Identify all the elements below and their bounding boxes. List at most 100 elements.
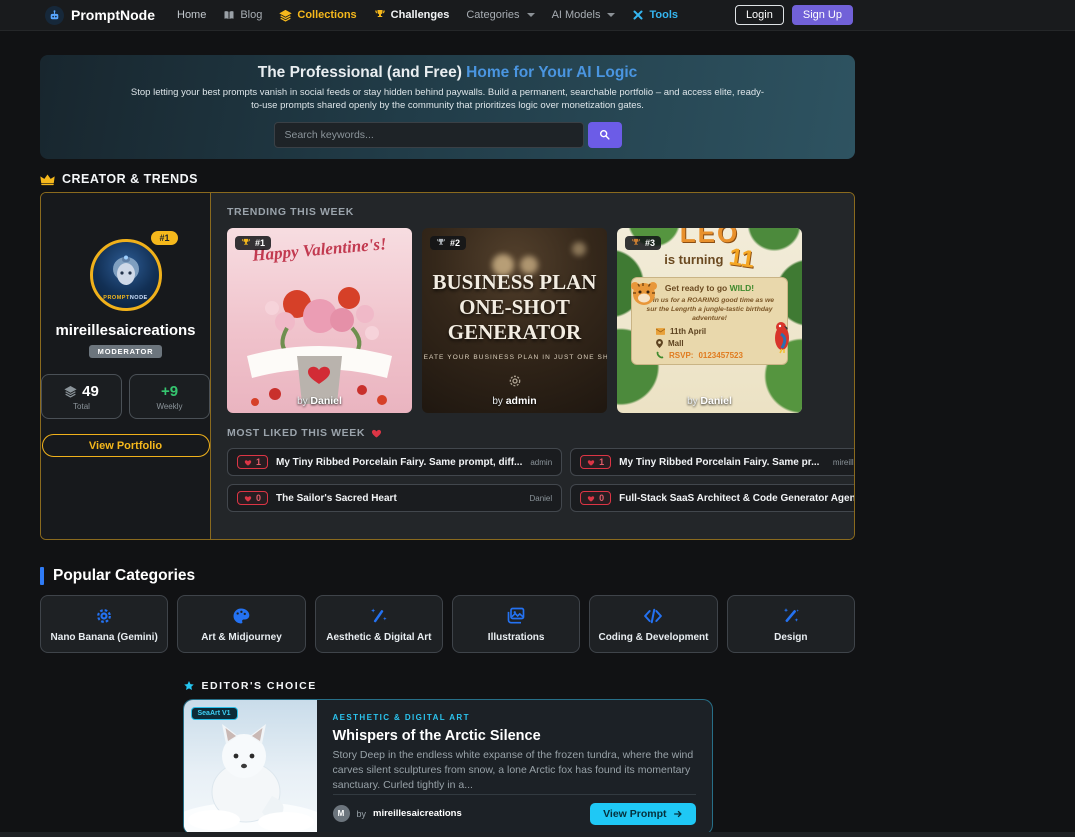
bizplan-tagline: CREATE YOUR BUSINESS PLAN IN JUST ONE SH… [422,354,607,361]
like-count-badge: 1 [237,455,268,469]
nav-item-challenges[interactable]: Challenges [374,9,450,21]
trends-column: TRENDING THIS WEEK #1 Happy Valentine's! [211,193,855,539]
search-bar [40,122,855,148]
avatar[interactable]: PROMPTNODE [90,239,162,311]
nav-item-home[interactable]: Home [177,9,206,21]
tiger-icon [629,280,659,306]
rank-3-badge: #3 [625,236,661,250]
avatar-label: PROMPTNODE [103,295,147,301]
signup-button[interactable]: Sign Up [792,5,853,25]
liked-item[interactable]: 1 My Tiny Ribbed Porcelain Fairy. Same p… [570,448,855,476]
nav-item-categories[interactable]: Categories [466,9,534,21]
envelope-icon [656,328,665,335]
view-prompt-button[interactable]: View Prompt [590,803,695,825]
creator-card: PROMPTNODE #1 mireillesaicreations MODER… [41,193,211,539]
trending-cards: #1 Happy Valentine's! [227,228,855,413]
nav-menu: Home Blog Collections [177,9,735,22]
layers-icon [279,9,292,22]
like-count-badge: 0 [237,491,268,505]
arctic-fox-image: SeaArt V1 [184,700,317,834]
map-pin-icon [656,339,663,348]
editors-choice-body: AESTHETIC & DIGITAL ART Whispers of the … [317,700,712,834]
next-section-edge [0,832,1075,837]
search-button[interactable] [588,122,622,148]
creator-trends-panel: PROMPTNODE #1 mireillesaicreations MODER… [40,192,855,540]
gear-logo-icon [422,373,607,389]
heart-icon [371,428,382,438]
author-avatar: M [333,805,350,822]
book-icon [223,9,235,21]
category-design[interactable]: Design [727,595,855,653]
prompt-title: Whispers of the Arctic Silence [333,728,696,744]
brand-name: PromptNode [71,7,155,23]
tools-icon [632,9,644,21]
leo-title: LEO is turning 11 [617,228,802,273]
gear-icon [94,606,114,626]
bokeh-light [572,242,586,256]
view-portfolio-button[interactable]: View Portfolio [42,434,210,457]
editors-choice-section: EDITOR'S CHOICE SeaArt V1 [183,680,713,835]
hero-title: The Professional (and Free) Home for You… [40,64,855,82]
card-byline: by Daniel [227,395,412,407]
trending-card-2[interactable]: #2 BUSINESS PLAN ONE-SHOT GENERATOR CREA… [422,228,607,413]
card-byline: by Daniel [617,395,802,407]
search-icon [598,128,611,141]
nav-item-ai-models[interactable]: AI Models [552,9,616,21]
arrow-right-icon [673,809,683,819]
chevron-down-icon [527,13,535,17]
categories-heading: Popular Categories [40,567,855,585]
chevron-down-icon [607,13,615,17]
liked-item[interactable]: 0 Full-Stack SaaS Architect & Code Gener… [570,484,855,512]
stat-total: 49 Total [41,374,122,419]
prompt-category: AESTHETIC & DIGITAL ART [333,713,696,722]
phone-icon [656,351,664,359]
avatar-wrap: PROMPTNODE #1 [90,239,162,311]
category-nano-banana[interactable]: Nano Banana (Gemini) [40,595,168,653]
prompt-description: Story Deep in the endless white expanse … [333,748,696,794]
nav-item-collections[interactable]: Collections [279,9,356,22]
category-aesthetic-digital-art[interactable]: Aesthetic & Digital Art [315,595,443,653]
wand-sparkles-icon [781,606,801,626]
robot-logo-icon [45,6,64,25]
category-art-midjourney[interactable]: Art & Midjourney [177,595,305,653]
card-byline: by admin [422,395,607,407]
magic-wand-icon [369,606,389,626]
moderator-badge: MODERATOR [89,345,163,358]
category-coding-development[interactable]: Coding & Development [589,595,717,653]
bizplan-title: BUSINESS PLAN ONE-SHOT GENERATOR [422,270,607,344]
hero-banner: The Professional (and Free) Home for You… [40,55,855,159]
palette-icon [231,606,251,626]
nav-item-tools[interactable]: Tools [632,9,678,21]
rank-badge: #1 [151,231,177,245]
liked-item[interactable]: 0 The Sailor's Sacred Heart Daniel [227,484,562,512]
creator-name[interactable]: mireillesaicreations [55,322,195,339]
like-count-badge: 0 [580,491,611,505]
main-content: The Professional (and Free) Home for You… [40,31,855,835]
creator-trends-heading: CREATOR & TRENDS [40,172,855,186]
login-button[interactable]: Login [735,5,784,25]
accent-bar [40,567,44,585]
brand[interactable]: PromptNode [45,6,155,25]
editors-choice-heading: EDITOR'S CHOICE [183,680,713,692]
parrot-icon [772,320,794,354]
trophy-icon [374,9,386,21]
category-cards: Nano Banana (Gemini) Art & Midjourney Ae… [40,595,855,653]
trending-card-3[interactable]: #3 LEO is turning 11 [617,228,802,413]
code-icon [643,606,663,626]
creator-stats: 49 Total +9 Weekly [41,374,210,419]
star-icon [183,680,195,692]
most-liked-list: 1 My Tiny Ribbed Porcelain Fairy. Same p… [227,448,855,512]
author-name[interactable]: mireillesaicreations [373,808,462,819]
search-input[interactable] [274,122,584,148]
nav-item-blog[interactable]: Blog [223,9,262,21]
category-illustrations[interactable]: Illustrations [452,595,580,653]
rank-2-badge: #2 [430,236,466,250]
hero-subtitle: Stop letting your best prompts vanish in… [128,87,768,113]
like-count-badge: 1 [580,455,611,469]
trending-card-1[interactable]: #1 Happy Valentine's! [227,228,412,413]
editors-choice-card[interactable]: SeaArt V1 AESTHETIC & DIGITAL ART [183,699,713,835]
auth-buttons: Login Sign Up [735,5,853,25]
liked-item[interactable]: 1 My Tiny Ribbed Porcelain Fairy. Same p… [227,448,562,476]
images-icon [506,606,526,626]
trending-heading: TRENDING THIS WEEK [227,206,855,218]
